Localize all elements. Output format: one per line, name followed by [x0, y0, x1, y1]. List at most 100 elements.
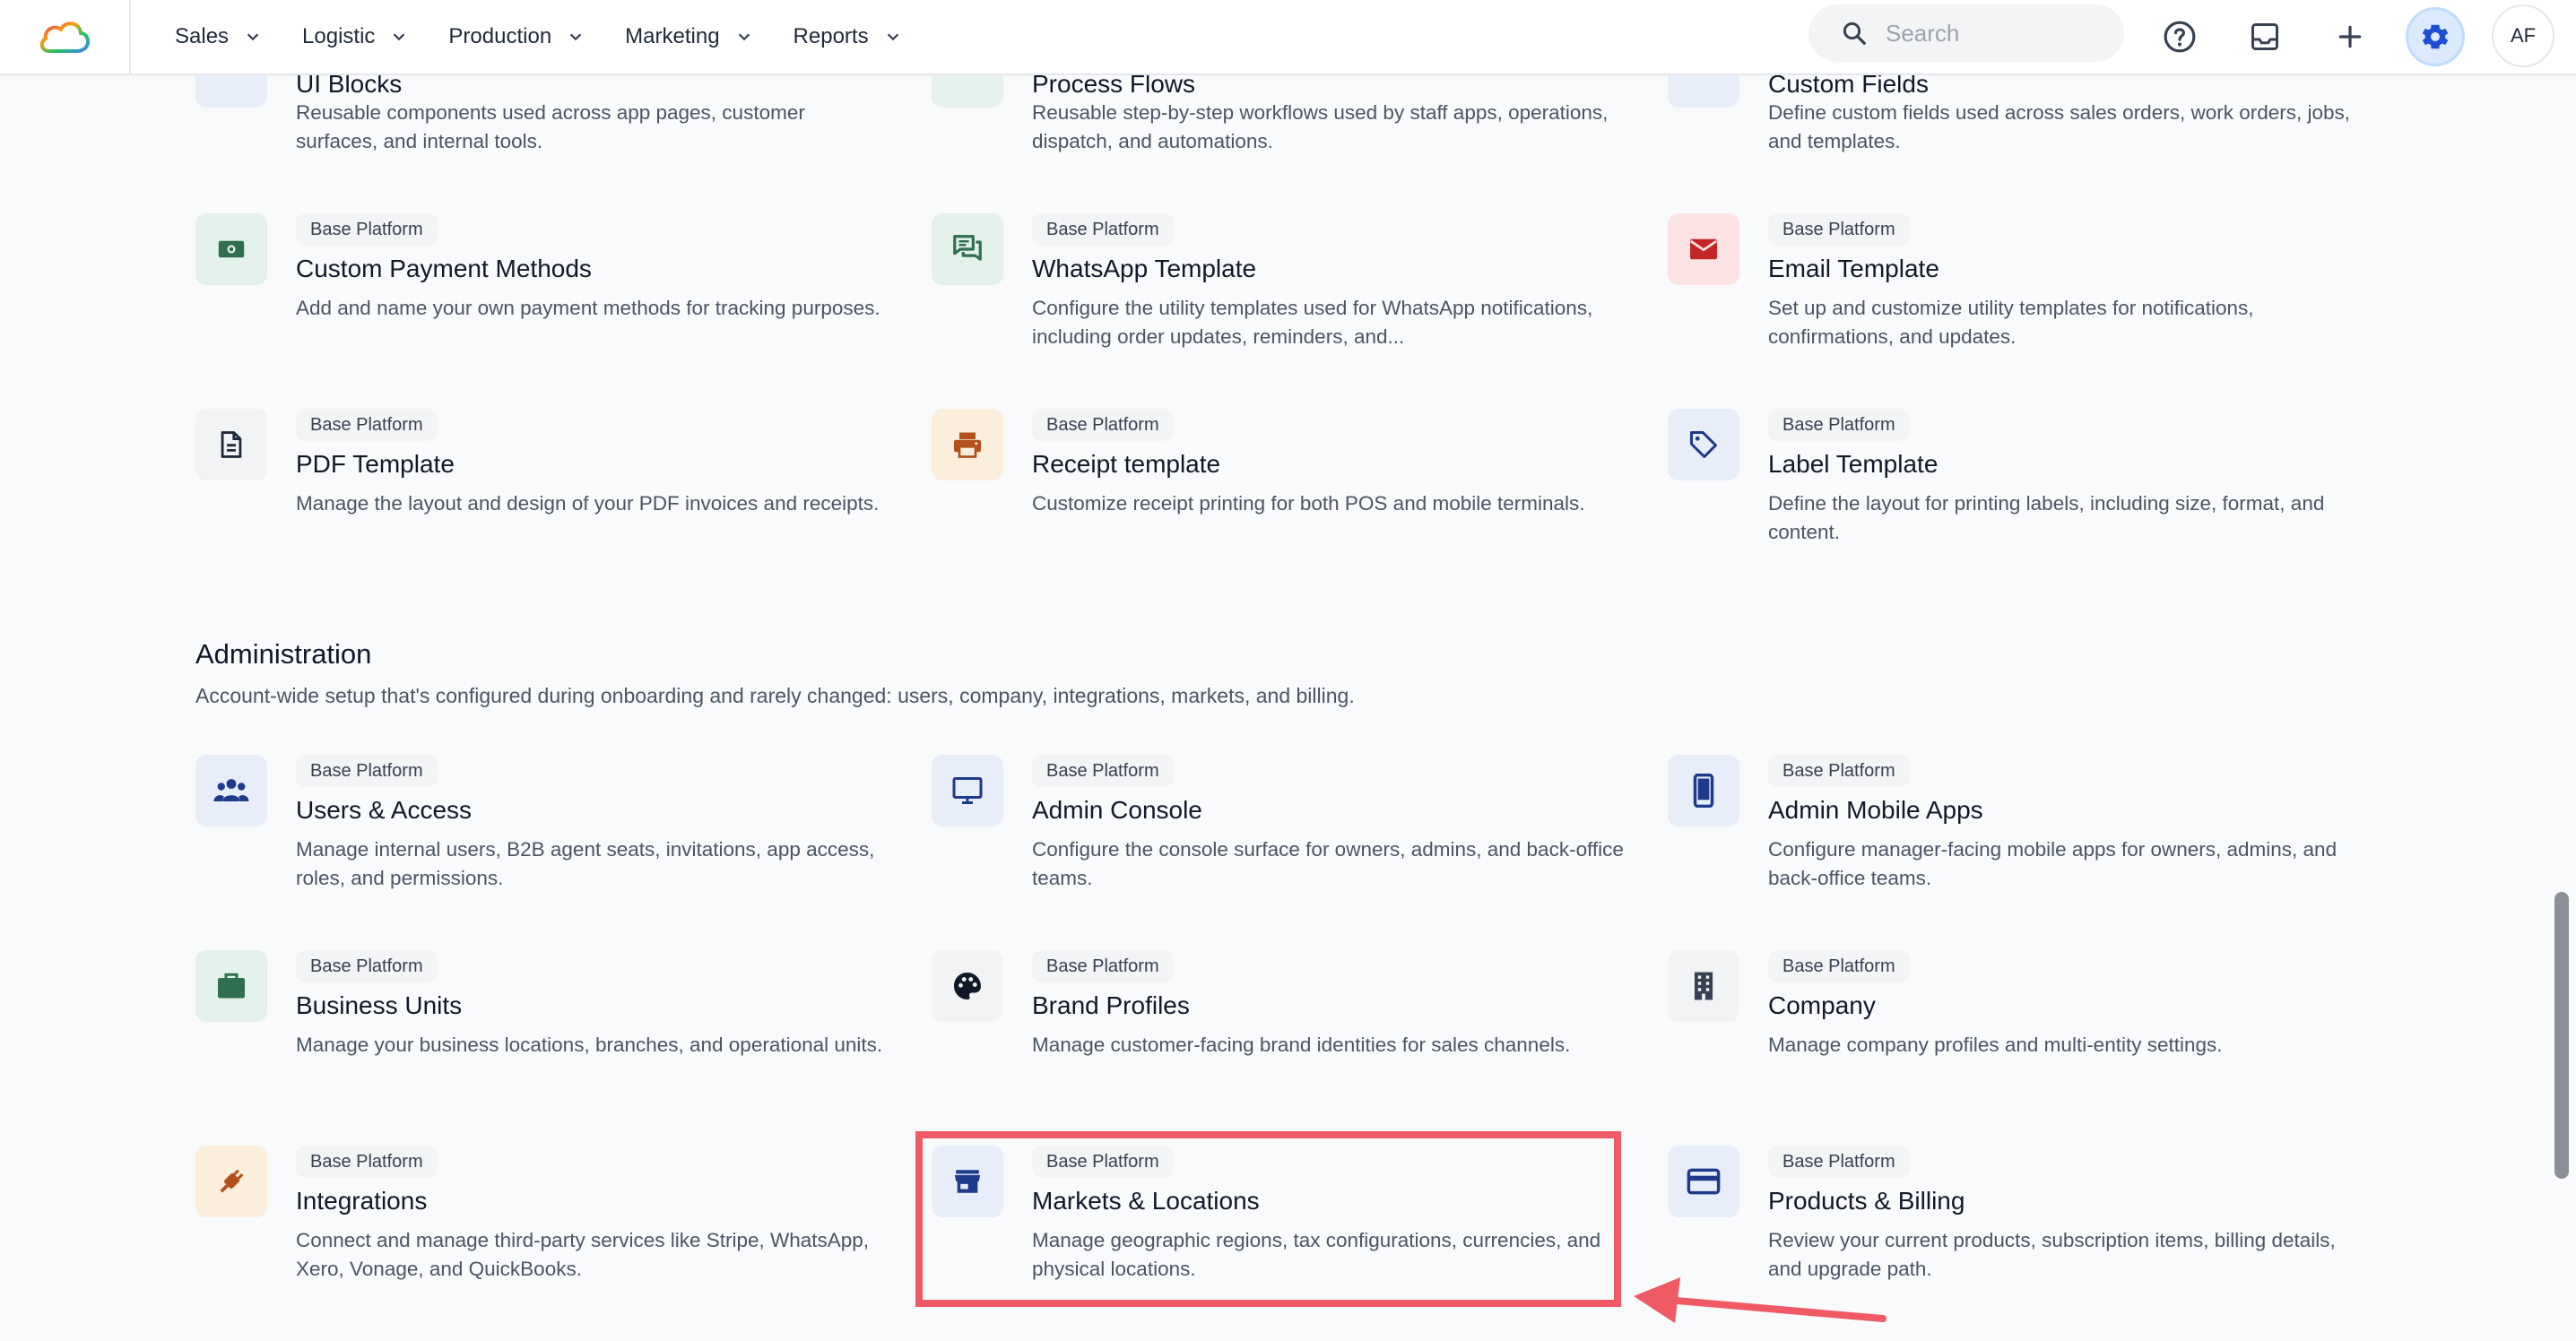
phone-icon [1668, 755, 1739, 826]
card-products-billing[interactable]: Base Platform Products & Billing Review … [1668, 1146, 2367, 1307]
plug-icon [195, 1146, 267, 1217]
card-email-template[interactable]: Base Platform Email Template Set up and … [1668, 213, 2367, 375]
card-title: Users & Access [296, 796, 473, 824]
section-description: Account-wide setup that's configured dur… [195, 684, 1355, 707]
settings-button[interactable] [2406, 7, 2465, 66]
card-title: PDF Template [296, 450, 455, 478]
card-badge: Base Platform [1768, 755, 1910, 787]
nav-production[interactable]: Production [448, 24, 584, 49]
card-description: Review your current products, subscripti… [1768, 1229, 2336, 1280]
card-pdf-template[interactable]: Base Platform PDF Template Manage the la… [195, 409, 895, 570]
card-description: Configure the console surface for owners… [1032, 838, 1624, 889]
inbox-icon [2251, 23, 2278, 50]
nav-label: Marketing [625, 24, 720, 48]
card-badge: Base Platform [296, 409, 438, 441]
search-placeholder: Search [1886, 19, 1960, 47]
gear-icon [2422, 24, 2449, 49]
highlight-box [915, 1131, 1621, 1307]
card-badge: Base Platform [1768, 1146, 1910, 1178]
building-icon [1668, 950, 1739, 1022]
card-description: Connect and manage third-party services … [296, 1229, 870, 1280]
card-process-flows[interactable]: Process Flows Reusable step-by-step work… [932, 36, 1631, 165]
card-brand-profiles[interactable]: Base Platform Brand Profiles Manage cust… [932, 950, 1631, 1112]
chevron-down-icon [887, 33, 898, 41]
card-title: Admin Mobile Apps [1768, 796, 1983, 824]
card-badge: Base Platform [296, 950, 438, 982]
help-button[interactable] [2150, 7, 2209, 66]
nav-logistic[interactable]: Logistic [302, 24, 407, 49]
card-admin-console[interactable]: Base Platform Admin Console Configure th… [932, 755, 1631, 916]
card-description: Manage company profiles and multi-entity… [1768, 1034, 2223, 1056]
card-description: Manage your business locations, branches… [296, 1034, 883, 1056]
card-description: Add and name your own payment methods fo… [296, 297, 880, 319]
user-avatar[interactable]: AF [2492, 4, 2554, 67]
card-description: Configure manager-facing mobile apps for… [1768, 838, 2337, 889]
add-button[interactable] [2320, 7, 2380, 66]
card-title: Company [1768, 991, 1876, 1019]
card-badge: Base Platform [1768, 409, 1910, 441]
avatar-initials: AF [2510, 24, 2537, 47]
help-icon [2164, 21, 2196, 53]
card-title: Brand Profiles [1032, 991, 1190, 1019]
card-badge: Base Platform [1768, 213, 1910, 246]
card-integrations[interactable]: Base Platform Integrations Connect and m… [195, 1146, 895, 1307]
chevron-down-icon [570, 33, 582, 41]
card-description: Define the layout for printing labels, i… [1768, 492, 2325, 543]
card-description: Customize receipt printing for both POS … [1032, 492, 1585, 515]
card-description: Configure the utility templates used for… [1032, 297, 1593, 348]
card-description: Manage internal users, B2B agent seats, … [296, 838, 875, 889]
nav-label: Sales [175, 24, 230, 48]
briefcase-icon [195, 950, 267, 1022]
card-badge: Base Platform [296, 213, 438, 246]
nav-sales[interactable]: Sales [175, 24, 261, 49]
palette-icon [932, 950, 1003, 1022]
document-icon [195, 409, 267, 480]
main-nav: Sales Logistic Production Marketing Repo… [175, 0, 942, 74]
card-title: Receipt template [1032, 450, 1221, 478]
card-company[interactable]: Base Platform Company Manage company pro… [1668, 950, 2367, 1112]
section-title: Administration [195, 638, 372, 670]
logo[interactable] [0, 0, 131, 74]
nav-label: Reports [793, 24, 869, 48]
chevron-down-icon [738, 33, 750, 41]
card-title: Products & Billing [1768, 1187, 1965, 1215]
card-title: Admin Console [1032, 796, 1202, 824]
card-badge: Base Platform [1032, 213, 1174, 246]
card-whatsapp-template[interactable]: Base Platform WhatsApp Template Configur… [932, 213, 1631, 375]
users-icon [195, 755, 267, 826]
nav-marketing[interactable]: Marketing [625, 24, 751, 49]
monitor-icon [932, 755, 1003, 826]
scrollbar-thumb[interactable] [2554, 892, 2569, 1179]
card-badge: Base Platform [296, 1146, 438, 1178]
credit-card-icon [1668, 1146, 1739, 1217]
card-description: Define custom fields used across sales o… [1768, 101, 2351, 152]
search-icon [1843, 22, 1866, 45]
card-badge: Base Platform [1768, 950, 1910, 982]
nav-reports[interactable]: Reports [794, 24, 901, 49]
card-custom-fields[interactable]: Custom Fields Define custom fields used … [1668, 36, 2367, 165]
card-custom-payment-methods[interactable]: Base Platform Custom Payment Methods Add… [195, 213, 895, 375]
card-receipt-template[interactable]: Base Platform Receipt template Customize… [932, 409, 1631, 570]
card-description: Set up and customize utility templates f… [1768, 297, 2254, 348]
nav-label: Production [448, 24, 552, 48]
plus-icon [2338, 25, 2362, 48]
card-title: Email Template [1768, 255, 1939, 282]
search-input[interactable]: Search [1808, 4, 2124, 62]
card-badge: Base Platform [1032, 950, 1174, 982]
chat-icon [932, 213, 1003, 285]
card-admin-mobile-apps[interactable]: Base Platform Admin Mobile Apps Configur… [1668, 755, 2367, 916]
card-users-access[interactable]: Base Platform Users & Access Manage inte… [195, 755, 895, 916]
card-description: Manage the layout and design of your PDF… [296, 492, 880, 515]
card-badge: Base Platform [1032, 755, 1174, 787]
card-description: Reusable components used across app page… [296, 101, 805, 152]
printer-icon [932, 409, 1003, 480]
mail-icon [1668, 213, 1739, 285]
chevron-down-icon [247, 33, 259, 41]
card-label-template[interactable]: Base Platform Label Template Define the … [1668, 409, 2367, 570]
card-business-units[interactable]: Base Platform Business Units Manage your… [195, 950, 895, 1112]
card-description: Reusable step-by-step workflows used by … [1032, 101, 1609, 152]
card-badge: Base Platform [1032, 409, 1174, 441]
cash-icon [195, 213, 267, 285]
inbox-button[interactable] [2235, 7, 2294, 66]
card-ui-blocks[interactable]: UI Blocks Reusable components used acros… [195, 36, 895, 165]
